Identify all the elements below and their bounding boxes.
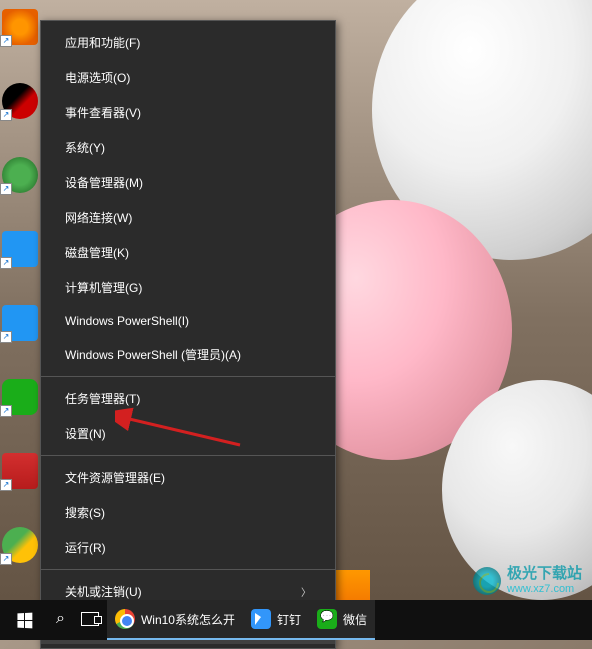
menu-label: Windows PowerShell (管理员)(A): [65, 346, 241, 363]
menu-label: 关机或注销(U): [65, 583, 142, 600]
shortcut-badge-icon: ↗: [0, 479, 12, 491]
winx-context-menu: 应用和功能(F) 电源选项(O) 事件查看器(V) 系统(Y) 设备管理器(M)…: [40, 20, 336, 649]
menu-item-search[interactable]: 搜索(S): [41, 495, 335, 530]
taskbar-app-label: 微信: [343, 611, 367, 628]
menu-separator: [41, 455, 335, 456]
menu-item-device-manager[interactable]: 设备管理器(M): [41, 165, 335, 200]
menu-label: 电源选项(O): [65, 69, 130, 86]
menu-item-run[interactable]: 运行(R): [41, 530, 335, 565]
taskview-icon: [81, 612, 99, 626]
menu-label: 事件查看器(V): [65, 104, 141, 121]
watermark-text: 极光下载站 www.xz7.com: [507, 566, 582, 595]
desktop-icon-firefox[interactable]: ↗: [2, 9, 38, 45]
menu-item-settings[interactable]: 设置(N): [41, 416, 335, 451]
menu-label: 系统(Y): [65, 139, 105, 156]
taskbar-app-chrome[interactable]: Win10系统怎么开: [107, 600, 243, 640]
menu-item-file-explorer[interactable]: 文件资源管理器(E): [41, 460, 335, 495]
menu-item-system[interactable]: 系统(Y): [41, 130, 335, 165]
menu-label: 网络连接(W): [65, 209, 132, 226]
shortcut-badge-icon: ↗: [0, 553, 12, 565]
taskbar: ⌕ Win10系统怎么开 钉钉 微信: [0, 600, 592, 640]
taskbar-app-dingtalk[interactable]: 钉钉: [243, 600, 309, 640]
watermark: 极光下载站 www.xz7.com: [473, 566, 582, 595]
menu-item-network-connections[interactable]: 网络连接(W): [41, 200, 335, 235]
shortcut-badge-icon: ↗: [0, 405, 12, 417]
menu-label: Windows PowerShell(I): [65, 314, 189, 328]
menu-item-apps-features[interactable]: 应用和功能(F): [41, 25, 335, 60]
desktop-icon-app-green[interactable]: ↗: [2, 157, 38, 193]
watermark-logo-icon: [473, 567, 501, 595]
windows-logo-icon: [17, 612, 32, 628]
wechat-icon: [317, 609, 337, 629]
menu-label: 任务管理器(T): [65, 390, 140, 407]
taskbar-app-label: Win10系统怎么开: [141, 611, 235, 628]
shortcut-badge-icon: ↗: [0, 35, 12, 47]
shortcut-badge-icon: ↗: [0, 109, 12, 121]
taskbar-app-label: 钉钉: [277, 611, 301, 628]
menu-label: 设置(N): [65, 425, 106, 442]
chevron-right-icon: 〉: [301, 584, 311, 599]
menu-label: 文件资源管理器(E): [65, 469, 165, 486]
menu-item-powershell-admin[interactable]: Windows PowerShell (管理员)(A): [41, 337, 335, 372]
menu-separator: [41, 376, 335, 377]
menu-label: 运行(R): [65, 539, 106, 556]
menu-item-task-manager[interactable]: 任务管理器(T): [41, 381, 335, 416]
menu-label: 计算机管理(G): [65, 279, 142, 296]
watermark-url: www.xz7.com: [507, 583, 582, 595]
menu-separator: [41, 569, 335, 570]
taskbar-taskview-button[interactable]: [73, 600, 107, 640]
dingtalk-icon: [251, 609, 271, 629]
menu-item-event-viewer[interactable]: 事件查看器(V): [41, 95, 335, 130]
menu-item-powershell[interactable]: Windows PowerShell(I): [41, 305, 335, 337]
menu-label: 应用和功能(F): [65, 34, 140, 51]
desktop-icon-app-blue2[interactable]: ↗: [2, 305, 38, 341]
search-icon: ⌕: [56, 610, 65, 628]
taskbar-app-wechat[interactable]: 微信: [309, 600, 375, 640]
menu-label: 磁盘管理(K): [65, 244, 129, 261]
desktop-icon-tencent[interactable]: ↗: [2, 83, 38, 119]
taskbar-search-button[interactable]: ⌕: [48, 600, 73, 640]
menu-label: 搜索(S): [65, 504, 105, 521]
chrome-icon: [115, 609, 135, 629]
start-button[interactable]: [0, 600, 48, 640]
shortcut-badge-icon: ↗: [0, 183, 12, 195]
menu-item-disk-management[interactable]: 磁盘管理(K): [41, 235, 335, 270]
watermark-title: 极光下载站: [507, 566, 582, 583]
shortcut-badge-icon: ↗: [0, 257, 12, 269]
desktop-icon-app-blue[interactable]: ↗: [2, 231, 38, 267]
desktop-icon-wechat[interactable]: ↗: [2, 379, 38, 415]
desktop-icon-360[interactable]: ↗: [2, 527, 38, 563]
menu-item-computer-management[interactable]: 计算机管理(G): [41, 270, 335, 305]
desktop-icon-app-red[interactable]: ↗: [2, 453, 38, 489]
menu-item-power-options[interactable]: 电源选项(O): [41, 60, 335, 95]
shortcut-badge-icon: ↗: [0, 331, 12, 343]
desktop-icons-column: ↗ ↗ ↗ ↗ ↗ ↗ ↗ ↗: [0, 0, 40, 600]
menu-label: 设备管理器(M): [65, 174, 143, 191]
